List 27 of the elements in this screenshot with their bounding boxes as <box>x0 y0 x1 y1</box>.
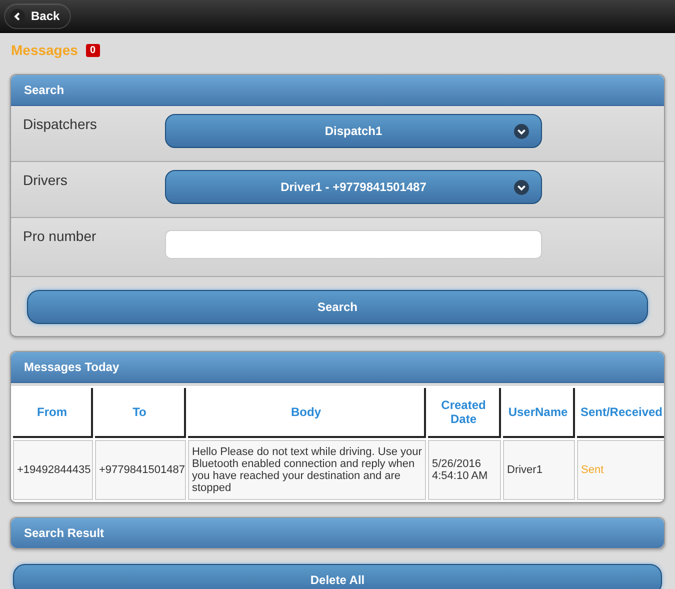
chevron-down-icon <box>514 180 529 195</box>
dropdown[interactable]: Dispatch1 <box>165 114 542 148</box>
panel-header: Messages Today <box>11 352 664 383</box>
input-field[interactable] <box>165 230 542 259</box>
search-button[interactable]: Search <box>27 290 648 324</box>
panel-header[interactable]: Search Result <box>11 518 664 548</box>
column-header: UserName <box>503 388 575 438</box>
page-title: Messages <box>11 42 78 58</box>
column-header: Created Date <box>428 388 501 438</box>
chevron-down-icon <box>514 124 529 139</box>
panel-header: Search <box>11 75 664 106</box>
delete-all-button[interactable]: Delete All <box>13 564 662 589</box>
table-cell: 5/26/2016 4:54:10 AM <box>428 440 501 500</box>
table-cell: Sent <box>577 440 664 500</box>
table-cell: Driver1 <box>503 440 575 500</box>
table-cell: +19492844435 <box>13 440 93 500</box>
field-label: Pro number <box>23 227 98 244</box>
table-cell: Hello Please do not text while driving. Use your Bluetooth enabled connection and reply when you have reached your destination and are stopped <box>188 440 426 500</box>
back-button[interactable]: Back <box>4 3 71 29</box>
column-header: Body <box>188 388 426 438</box>
column-header: To <box>95 388 186 438</box>
column-header: From <box>13 388 93 438</box>
dropdown[interactable]: Driver1 - +9779841501487 <box>165 170 542 204</box>
table-cell: +9779841501487 <box>95 440 186 500</box>
field-label: Dispatchers <box>23 115 98 132</box>
count-badge: 0 <box>86 44 100 56</box>
field-label: Drivers <box>23 171 68 188</box>
